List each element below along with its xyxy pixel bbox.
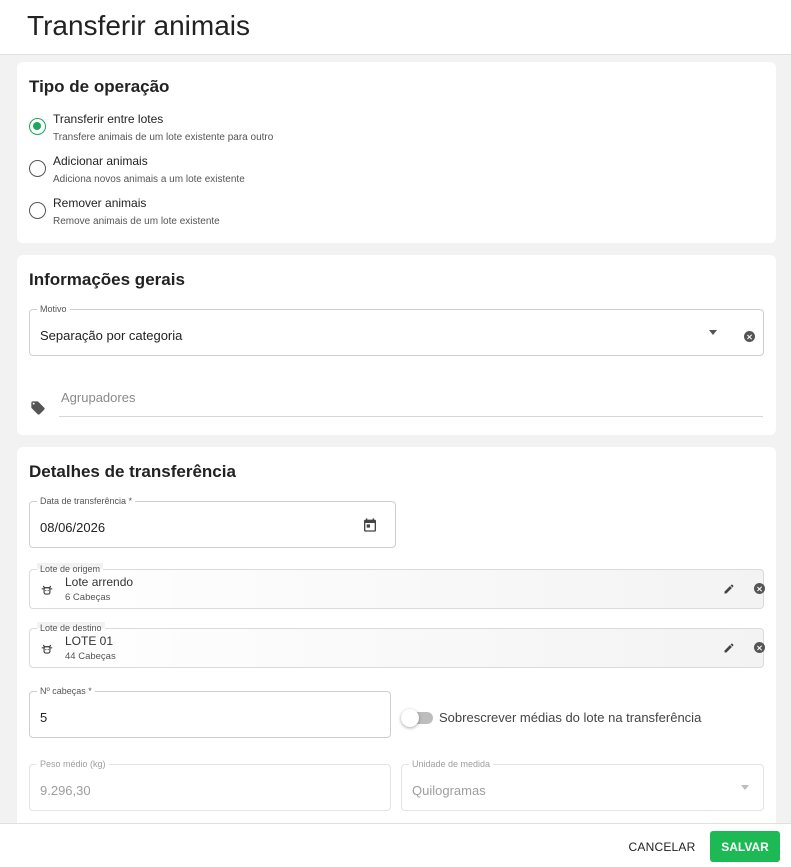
toggle-knob[interactable]	[401, 709, 419, 727]
general-info-heading: Informações gerais	[29, 270, 185, 289]
save-button[interactable]: SALVAR	[710, 831, 780, 862]
lote-destino-field[interactable]: Lote de destino LOTE 01 44 Cabeças	[29, 622, 765, 668]
motivo-value: Separação por categoria	[40, 328, 183, 343]
num-cabecas-input[interactable]: Nº cabeças * 5	[29, 685, 391, 738]
lote-origem-label: Lote de origem	[37, 563, 104, 575]
num-cabecas-label: Nº cabeças *	[37, 685, 95, 697]
dialog-footer: CANCELAR SALVAR	[0, 823, 791, 867]
radio-remover-animais[interactable]: Remover animais Remove animais de um lot…	[29, 196, 429, 232]
num-cabecas-value: 5	[40, 710, 48, 725]
radio-checked-icon[interactable]	[29, 118, 46, 135]
transfer-date-label: Data de transferência *	[37, 495, 136, 507]
lote-destino-label: Lote de destino	[37, 622, 105, 634]
chevron-down-icon[interactable]	[709, 330, 717, 335]
radio-unchecked-icon[interactable]	[29, 160, 46, 177]
radio-description: Adiciona novos animais a um lote existen…	[53, 174, 245, 185]
pencil-icon[interactable]	[723, 642, 735, 654]
unidade-medida-select: Unidade de medida Quilogramas	[401, 758, 764, 811]
peso-medio-input: Peso médio (kg) 9.296,30	[29, 758, 391, 811]
agrupadores-placeholder: Agrupadores	[61, 390, 136, 405]
transfer-date-field[interactable]: Data de transferência * 08/06/2026	[29, 495, 396, 548]
clear-icon[interactable]	[754, 583, 765, 594]
lote-destino-count: 44 Cabeças	[65, 651, 116, 662]
clear-icon[interactable]	[754, 642, 765, 653]
cancel-button[interactable]: CANCELAR	[625, 832, 699, 862]
radio-label: Remover animais	[53, 196, 147, 210]
motivo-select[interactable]: Motivo Separação por categoria	[29, 303, 764, 356]
radio-description: Transfere animais de um lote existente p…	[53, 132, 274, 143]
lote-destino-name: LOTE 01	[65, 634, 114, 648]
radio-label: Transferir entre lotes	[53, 112, 164, 126]
operation-type-heading: Tipo de operação	[29, 77, 170, 96]
lote-origem-count: 6 Cabeças	[65, 592, 111, 603]
operation-type-card: Tipo de operação Transferir entre lotes …	[17, 62, 776, 243]
radio-unchecked-icon[interactable]	[29, 202, 46, 219]
lote-origem-name: Lote arrendo	[65, 575, 134, 589]
unidade-medida-value: Quilogramas	[412, 783, 486, 798]
transfer-details-card: Detalhes de transferência Data de transf…	[17, 447, 776, 823]
radio-adicionar-animais[interactable]: Adicionar animais Adiciona novos animais…	[29, 154, 429, 190]
transfer-date-value: 08/06/2026	[40, 520, 106, 535]
clear-icon[interactable]	[744, 331, 755, 342]
chevron-down-icon	[741, 785, 749, 790]
radio-label: Adicionar animais	[53, 154, 148, 168]
general-info-card: Informações gerais Motivo Separação por …	[17, 255, 776, 435]
pencil-icon[interactable]	[723, 583, 735, 595]
agrupadores-input[interactable]: Agrupadores	[59, 385, 763, 417]
cow-icon	[41, 585, 53, 595]
peso-medio-value: 9.296,30	[40, 783, 91, 798]
page-header: Transferir animais	[0, 0, 791, 55]
unidade-medida-label: Unidade de medida	[409, 758, 494, 770]
radio-transferir-entre-lotes[interactable]: Transferir entre lotes Transfere animais…	[29, 112, 429, 148]
radio-description: Remove animais de um lote existente	[53, 216, 220, 227]
peso-medio-label: Peso médio (kg)	[37, 758, 109, 770]
tag-icon	[31, 401, 45, 415]
calendar-icon[interactable]	[362, 517, 378, 533]
cow-icon	[41, 644, 53, 654]
page-title: Transferir animais	[27, 10, 251, 41]
lote-origem-field[interactable]: Lote de origem Lote arrendo 6 Cabeças	[29, 563, 765, 609]
transfer-details-heading: Detalhes de transferência	[29, 462, 236, 481]
sobrescrever-toggle-label: Sobrescrever médias do lote na transferê…	[439, 710, 702, 725]
motivo-label: Motivo	[37, 303, 70, 315]
